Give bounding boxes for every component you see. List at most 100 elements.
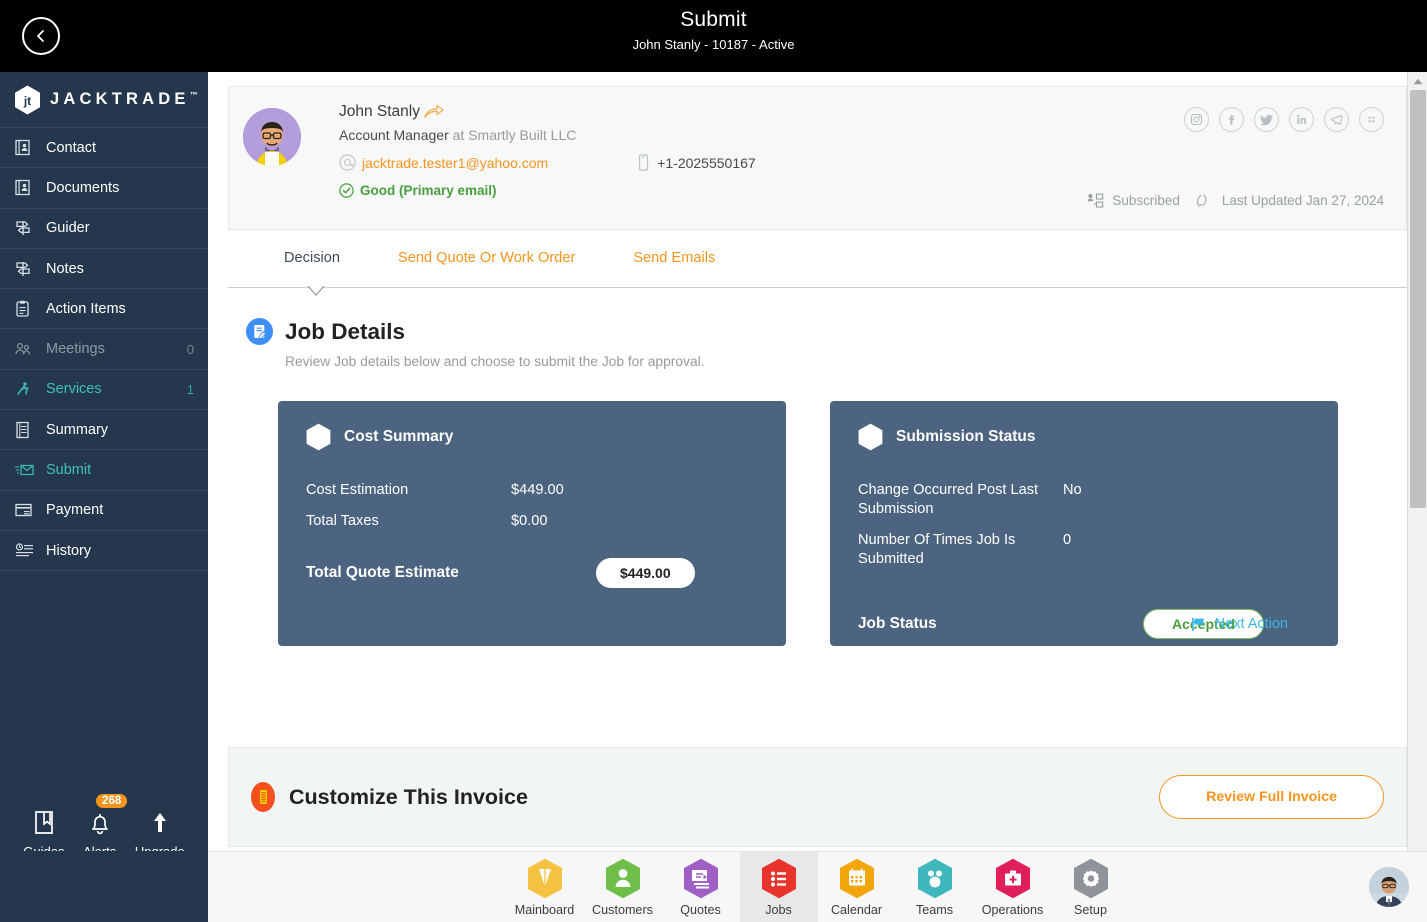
twitter-icon[interactable]	[1254, 107, 1279, 132]
job-details-subtitle: Review Job details below and choose to s…	[285, 354, 705, 369]
bottom-nav-calendar[interactable]: Calendar	[818, 852, 896, 922]
share-arrow-icon[interactable]	[424, 104, 444, 120]
scrollbar-thumb[interactable]	[1410, 90, 1426, 508]
sidebar-item-label: Contact	[46, 139, 96, 156]
customers-hex-icon	[605, 858, 641, 899]
cost-row-value: $0.00	[511, 513, 548, 529]
telegram-icon[interactable]	[1324, 107, 1349, 132]
submission-row-value: No	[1063, 482, 1082, 498]
mobile-phone-icon	[639, 154, 649, 171]
sidebar-item-label: Payment	[46, 502, 104, 519]
sidebar: jt JACKTRADE™ Contact Documents Guider N…	[0, 72, 208, 922]
subscribed-label: Subscribed	[1112, 193, 1180, 208]
user-avatar	[243, 108, 301, 166]
payment-card-icon	[15, 500, 37, 520]
sidebar-item-label: History	[46, 542, 92, 559]
review-full-invoice-button[interactable]: Review Full Invoice	[1159, 775, 1384, 819]
bottom-nav-label: Teams	[915, 902, 954, 917]
last-updated-label: Last Updated Jan 27, 2024	[1221, 193, 1384, 208]
bottom-nav-customers[interactable]: Customers	[584, 852, 662, 922]
quotes-hex-icon	[683, 858, 719, 899]
linkedin-icon[interactable]	[1289, 107, 1314, 132]
cost-row-estimation: Cost Estimation $449.00	[306, 481, 758, 500]
tab-send-emails[interactable]: Send Emails	[633, 250, 715, 280]
scroll-up-arrow-icon[interactable]	[1408, 72, 1427, 90]
contact-phone[interactable]: +1-2025550167	[638, 154, 756, 171]
profile-avatar[interactable]	[1369, 867, 1409, 907]
bottom-nav-operations[interactable]: Operations	[974, 852, 1052, 922]
calendar-hex-icon	[839, 858, 875, 899]
sidebar-item-documents[interactable]: Documents	[0, 168, 208, 209]
tab-decision[interactable]: Decision	[284, 250, 340, 280]
sidebar-item-payment[interactable]: Payment	[0, 491, 208, 531]
sidebar-item-notes[interactable]: Notes	[0, 249, 208, 290]
bottom-nav-jobs[interactable]: Jobs	[739, 851, 818, 922]
contact-phone-text: +1-2025550167	[657, 154, 756, 171]
social-links	[1184, 107, 1384, 132]
job-details-header: Job Details	[228, 318, 1407, 345]
total-quote-value: $449.00	[596, 558, 695, 588]
sidebar-item-meetings[interactable]: Meetings 0	[0, 329, 208, 370]
contact-email-text: jacktrade.tester1@yahoo.com	[362, 154, 549, 171]
sidebar-item-guider[interactable]: Guider	[0, 209, 208, 249]
brand-logo-area[interactable]: jt JACKTRADE™	[0, 72, 208, 128]
svg-text:jt: jt	[23, 94, 31, 108]
bottom-nav-quotes[interactable]: Quotes	[662, 852, 740, 922]
book-icon	[35, 811, 53, 834]
refresh-icon	[1196, 194, 1207, 207]
top-header-bar: Submit John Stanly - 10187 - Active	[0, 0, 1427, 72]
cost-row-label: Total Taxes	[306, 513, 379, 529]
bottom-nav-items: Mainboard Customers Quotes Jobs Calendar…	[506, 851, 1130, 922]
submission-row-value: 0	[1063, 532, 1072, 548]
brand-name: JACKTRADE™	[50, 90, 198, 109]
sidebar-item-history[interactable]: History	[0, 531, 208, 572]
vertical-scrollbar[interactable]	[1407, 72, 1427, 922]
instagram-icon[interactable]	[1184, 107, 1209, 132]
job-details-title: Job Details	[285, 318, 406, 344]
submission-row-change: Change Occurred Post Last Submission No	[858, 481, 1310, 519]
sidebar-item-label: Services	[46, 381, 102, 398]
meetings-icon	[15, 339, 37, 359]
bottom-nav-setup[interactable]: Setup	[1052, 852, 1130, 922]
sidebar-item-count: 1	[186, 381, 194, 397]
sidebar-item-summary[interactable]: Summary	[0, 410, 208, 451]
bottom-nav-mainboard[interactable]: Mainboard	[506, 852, 584, 922]
cost-summary-card: Cost Summary Cost Estimation $449.00 Tot…	[278, 401, 786, 646]
sidebar-item-contact[interactable]: Contact	[0, 128, 208, 169]
avatar[interactable]	[243, 108, 301, 166]
cost-summary-header: Cost Summary	[306, 423, 758, 451]
sidebar-item-action-items[interactable]: Action Items	[0, 289, 208, 330]
submission-status-header: Submission Status	[858, 423, 1310, 451]
bottom-nav-label: Setup	[1074, 902, 1107, 917]
bottom-nav-teams[interactable]: Teams	[896, 852, 974, 922]
contact-channels: jacktrade.tester1@yahoo.com +1-202555016…	[339, 154, 1384, 171]
sidebar-item-services[interactable]: Services 1	[0, 370, 208, 411]
contact-name: John Stanly	[339, 103, 420, 120]
services-icon	[15, 379, 37, 399]
history-icon	[15, 541, 37, 561]
more-apps-icon[interactable]	[1359, 107, 1384, 132]
brand-label: JACKTRADE	[50, 90, 190, 108]
operations-hex-icon	[995, 858, 1031, 899]
bottom-nav-label: Calendar	[830, 902, 883, 917]
total-quote-label: Total Quote Estimate	[306, 564, 459, 581]
submission-row-label: Change Occurred Post Last Submission	[858, 482, 1039, 517]
customize-invoice-strip: Customize This Invoice Review Full Invoi…	[228, 747, 1407, 847]
tab-send-quote-or-work-order[interactable]: Send Quote Or Work Order	[398, 250, 575, 280]
contact-email[interactable]: jacktrade.tester1@yahoo.com	[339, 154, 548, 171]
sidebar-nav-list: Contact Documents Guider Notes Action It…	[0, 128, 208, 572]
sidebar-item-submit[interactable]: Submit	[0, 450, 208, 491]
jacktrade-hex-logo-icon: jt	[15, 85, 40, 114]
facebook-icon[interactable]	[1219, 107, 1244, 132]
contact-role-title: Account Manager	[339, 127, 449, 143]
page-title: Submit	[680, 8, 747, 31]
bottom-left-strip	[0, 851, 208, 922]
next-action-label: Next Action	[1214, 616, 1288, 632]
alerts-badge: 268	[96, 794, 128, 808]
next-action-link[interactable]: Next Action	[1191, 616, 1288, 632]
submission-status-title: Submission Status	[896, 428, 1036, 445]
cost-row-label: Cost Estimation	[306, 482, 409, 498]
sidebar-item-label: Documents	[46, 179, 120, 196]
sidebar-item-label: Meetings	[46, 341, 105, 358]
app-root: Submit John Stanly - 10187 - Active jt J…	[0, 0, 1427, 922]
